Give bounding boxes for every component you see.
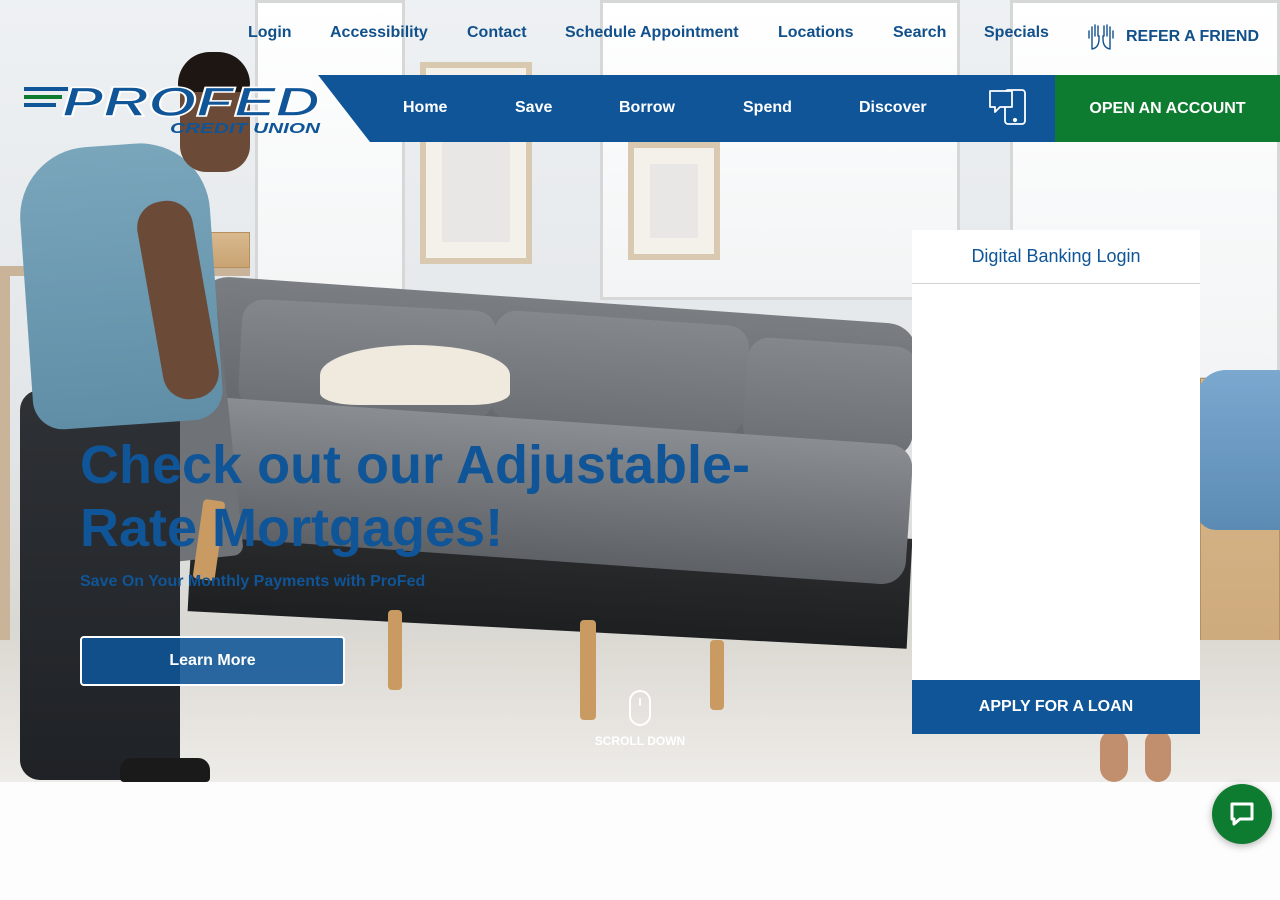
- main-nav: Home Save Borrow Spend Discover: [318, 75, 1055, 142]
- mouse-icon: [629, 690, 651, 726]
- nav-borrow[interactable]: Borrow: [619, 99, 675, 117]
- login-form-area: [912, 284, 1200, 680]
- nav-home[interactable]: Home: [403, 99, 447, 117]
- person-leg: [1145, 730, 1171, 782]
- util-link-contact[interactable]: Contact: [467, 24, 527, 42]
- nav-save[interactable]: Save: [515, 99, 552, 117]
- wall-picture-frame: [628, 142, 720, 260]
- apply-for-a-loan-button[interactable]: APPLY FOR A LOAN: [912, 680, 1200, 734]
- high-five-hands-icon: [1088, 24, 1114, 50]
- util-link-login[interactable]: Login: [248, 24, 292, 42]
- chat-bubble-icon: [1230, 802, 1254, 826]
- profed-logo[interactable]: PROFED CREDIT UNION: [22, 77, 322, 140]
- util-link-locations[interactable]: Locations: [778, 24, 854, 42]
- logo-tagline: CREDIT UNION: [170, 120, 322, 137]
- logo-wordmark: PROFED: [62, 78, 320, 125]
- scroll-down[interactable]: SCROLL DOWN: [586, 690, 694, 748]
- person-shoe: [120, 758, 210, 782]
- mobile-chat-icon[interactable]: [988, 87, 1028, 127]
- learn-more-button[interactable]: Learn More: [80, 636, 345, 686]
- util-link-schedule-appointment[interactable]: Schedule Appointment: [565, 24, 739, 42]
- sofa-leg: [710, 640, 724, 710]
- nav-spend[interactable]: Spend: [743, 99, 792, 117]
- util-link-specials[interactable]: Specials: [984, 24, 1049, 42]
- sofa-leg: [388, 610, 402, 690]
- nav-discover[interactable]: Discover: [859, 99, 927, 117]
- refer-a-friend-label: REFER A FRIEND: [1126, 28, 1260, 45]
- digital-banking-login-panel: Digital Banking Login APPLY FOR A LOAN: [912, 230, 1200, 734]
- login-panel-title: Digital Banking Login: [912, 230, 1200, 284]
- shelf: [0, 276, 10, 696]
- person-leg: [1100, 730, 1128, 782]
- sofa-cushion: [488, 309, 751, 437]
- refer-a-friend-link[interactable]: REFER A FRIEND: [1086, 20, 1259, 54]
- hero-subheadline: Save On Your Monthly Payments with ProFe…: [80, 573, 426, 590]
- util-link-accessibility[interactable]: Accessibility: [330, 24, 428, 42]
- hero-headline: Check out our Adjustable-Rate Mortgages!: [80, 435, 751, 558]
- util-link-search[interactable]: Search: [893, 24, 946, 42]
- live-chat-button[interactable]: [1212, 784, 1272, 844]
- person-jeans: [1196, 370, 1280, 530]
- scroll-down-label: SCROLL DOWN: [594, 734, 686, 748]
- open-an-account-button[interactable]: OPEN AN ACCOUNT: [1055, 75, 1280, 142]
- sofa-blanket: [320, 345, 510, 405]
